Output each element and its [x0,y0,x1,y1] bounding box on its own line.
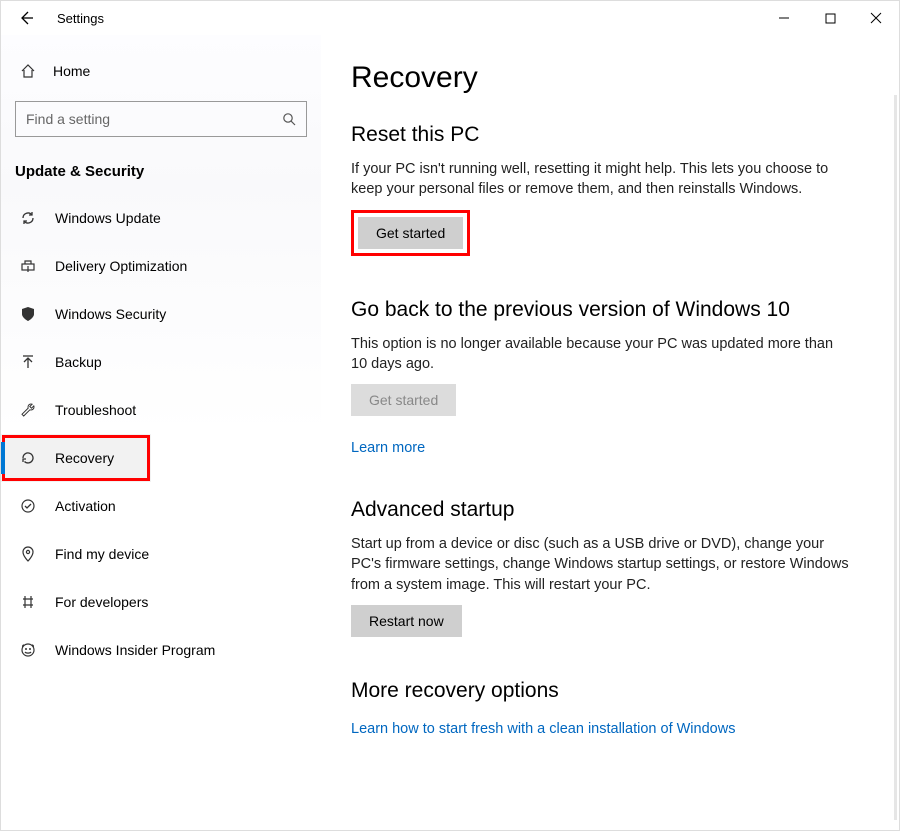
close-button[interactable] [853,1,899,35]
backup-icon [19,353,37,371]
sidebar-item-label: Delivery Optimization [55,258,187,274]
goback-desc: This option is no longer available becau… [351,334,851,375]
window-body: Home Update & Security Windows Update De… [1,35,899,830]
wrench-icon [19,401,37,419]
section-go-back: Go back to the previous version of Windo… [351,298,869,457]
restart-now-button[interactable]: Restart now [351,605,462,637]
insider-icon [19,641,37,659]
sidebar-item-for-developers[interactable]: For developers [1,578,321,626]
recovery-icon [19,449,37,467]
sidebar-item-label: Windows Security [55,306,166,322]
sidebar-item-label: Find my device [55,546,149,562]
sidebar-item-label: For developers [55,594,148,610]
titlebar: Settings [1,1,899,35]
content-pane[interactable]: Recovery Reset this PC If your PC isn't … [321,35,899,830]
sidebar-item-windows-security[interactable]: Windows Security [1,290,321,338]
minimize-icon [778,12,790,24]
delivery-icon [19,257,37,275]
settings-window: Settings Home [0,0,900,831]
scrollbar[interactable] [894,95,897,820]
sidebar-item-label: Windows Update [55,210,161,226]
sidebar-item-label: Windows Insider Program [55,642,215,658]
sidebar-item-find-my-device[interactable]: Find my device [1,530,321,578]
sidebar-item-windows-insider[interactable]: Windows Insider Program [1,626,321,674]
back-button[interactable] [15,7,37,29]
reset-heading: Reset this PC [351,123,869,147]
sidebar-item-windows-update[interactable]: Windows Update [1,194,321,242]
section-more-recovery: More recovery options Learn how to start… [351,679,869,737]
reset-desc: If your PC isn't running well, resetting… [351,159,851,200]
highlight-box: Get started [351,210,470,256]
sidebar: Home Update & Security Windows Update De… [1,35,321,830]
reset-get-started-button[interactable]: Get started [358,217,463,249]
sidebar-item-label: Recovery [55,450,114,466]
more-heading: More recovery options [351,679,869,703]
sidebar-item-delivery-optimization[interactable]: Delivery Optimization [1,242,321,290]
sidebar-item-troubleshoot[interactable]: Troubleshoot [1,386,321,434]
advanced-heading: Advanced startup [351,498,869,522]
home-icon [19,62,37,80]
minimize-button[interactable] [761,1,807,35]
search-icon [282,112,296,126]
advanced-desc: Start up from a device or disc (such as … [351,534,851,595]
section-advanced-startup: Advanced startup Start up from a device … [351,498,869,637]
sidebar-item-recovery[interactable]: Recovery [1,434,151,482]
sidebar-item-activation[interactable]: Activation [1,482,321,530]
location-icon [19,545,37,563]
close-icon [870,12,882,24]
maximize-icon [825,13,836,24]
maximize-button[interactable] [807,1,853,35]
arrow-left-icon [18,10,34,26]
search-input[interactable] [26,111,282,127]
sidebar-item-label: Troubleshoot [55,402,136,418]
section-reset-this-pc: Reset this PC If your PC isn't running w… [351,123,869,256]
window-controls [761,1,899,35]
sidebar-nav: Windows Update Delivery Optimization Win… [1,194,321,674]
page-title: Recovery [351,61,869,95]
check-circle-icon [19,497,37,515]
refresh-icon [19,209,37,227]
sidebar-item-label: Activation [55,498,116,514]
window-title: Settings [57,11,104,26]
sidebar-item-backup[interactable]: Backup [1,338,321,386]
developers-icon [19,593,37,611]
sidebar-home[interactable]: Home [1,51,321,91]
sidebar-item-label: Backup [55,354,102,370]
sidebar-section-header: Update & Security [15,163,307,180]
search-box[interactable] [15,101,307,137]
sidebar-home-label: Home [53,63,90,79]
shield-icon [19,305,37,323]
more-recovery-link[interactable]: Learn how to start fresh with a clean in… [351,721,735,737]
goback-heading: Go back to the previous version of Windo… [351,298,869,322]
goback-learn-more-link[interactable]: Learn more [351,440,425,456]
goback-get-started-button: Get started [351,384,456,416]
